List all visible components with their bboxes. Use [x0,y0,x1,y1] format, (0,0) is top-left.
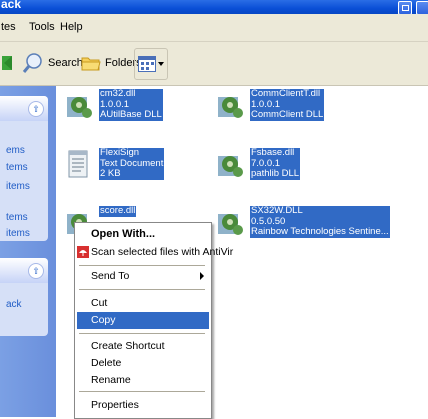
dll-gear-icon [218,97,243,118]
file-size: 2 KB [100,168,121,179]
menu-item-rename[interactable]: Rename [77,372,209,389]
menu-item-label: Send To [91,270,130,282]
collapse-chevron-icon[interactable]: ⇧ [28,101,44,117]
menu-item-label: Properties [91,399,139,411]
toolbar: Search Folders [0,42,428,86]
file-description: pathlib DLL [251,168,300,179]
file-name: SX32W.DLL [251,205,303,216]
antivir-umbrella-icon [77,246,89,258]
menu-separator [79,289,205,290]
file-meta: FlexiSign Text Document 2 KB [99,147,165,180]
menu-bar: tes Tools Help [0,14,428,42]
file-name: Fsbase.dll [251,147,295,158]
menu-item-label: Cut [91,297,108,309]
views-button[interactable] [134,48,168,80]
task-link[interactable]: tems [6,162,28,173]
menu-item-send-to[interactable]: Send To [77,268,209,285]
task-box-other-places: ⇧ ack [0,258,48,336]
menu-item-label: Open With... [91,228,156,240]
collapse-chevron-icon[interactable]: ⇧ [28,263,44,279]
menu-item-cut[interactable]: Cut [77,295,209,312]
menu-item-label: Delete [91,357,122,369]
file-description: Rainbow Technologies Sentine... [251,226,389,237]
search-button[interactable]: Search [22,51,83,75]
search-label: Search [48,57,83,69]
file-name: cm32.dll [100,88,136,99]
dll-gear-icon [67,97,92,118]
folder-icon [81,57,101,71]
menu-tools[interactable]: Tools [29,21,55,33]
search-icon [22,53,42,73]
file-description: CommClient DLL [251,109,324,120]
menu-item-create-shortcut[interactable]: Create Shortcut [77,338,209,355]
menu-item-label: Scan selected files with AntiVir [91,246,234,258]
menu-item-open-with[interactable]: Open With... [77,226,209,243]
window-title: ack [1,0,22,11]
task-box-header: ⇧ [0,258,48,283]
menu-item-label: Create Shortcut [91,340,165,352]
task-link[interactable]: items [6,228,30,239]
task-link[interactable]: ack [6,299,22,310]
file-name: FlexiSign [100,147,140,158]
restore-icon [402,5,409,11]
dll-gear-icon [218,214,243,235]
task-link[interactable]: items [6,181,30,192]
title-bar: ack [0,0,428,15]
task-link[interactable]: ems [6,145,25,156]
menu-separator [79,391,205,392]
close-button[interactable] [416,1,428,15]
menu-favorites[interactable]: tes [1,21,16,33]
file-meta: SX32W.DLL 0.5.0.50 Rainbow Technologies … [250,205,390,238]
task-box-header: ⇧ [0,96,48,121]
file-name: CommClientT.dll [251,88,321,99]
task-pane: ⇧ ems tems items tems items ⇧ ack [0,86,56,417]
views-icon [138,56,156,72]
file-name: score.dll [100,205,136,216]
menu-item-copy[interactable]: Copy [77,312,209,329]
file-meta: Fsbase.dll 7.0.0.1 pathlib DLL [250,147,301,180]
task-box-file-tasks: ⇧ ems tems items tems items [0,96,48,241]
file-description: AUtilBase DLL [100,109,162,120]
submenu-arrow-icon [200,272,204,280]
text-document-icon [68,150,88,178]
file-meta: CommClientT.dll 1.0.0.1 CommClient DLL [250,88,325,121]
menu-item-properties[interactable]: Properties [77,397,209,414]
menu-separator [79,333,205,334]
file-meta: score.dll [99,205,137,217]
menu-item-label: Rename [91,374,131,386]
menu-item-label: Copy [91,314,116,326]
task-link[interactable]: tems [6,212,28,223]
restore-button[interactable] [398,1,412,15]
up-button[interactable] [2,51,14,75]
up-arrow-icon [2,56,12,70]
folders-button[interactable]: Folders [81,51,142,75]
menu-help[interactable]: Help [60,21,83,33]
menu-separator [79,265,205,266]
dll-gear-icon [218,156,243,177]
file-meta: cm32.dll 1.0.0.1 AUtilBase DLL [99,88,163,121]
menu-item-scan[interactable]: Scan selected files with AntiVir [77,244,233,261]
chevron-down-icon [158,62,164,66]
context-menu: Open With... Scan selected files with An… [74,222,233,419]
menu-item-delete[interactable]: Delete [77,355,209,372]
